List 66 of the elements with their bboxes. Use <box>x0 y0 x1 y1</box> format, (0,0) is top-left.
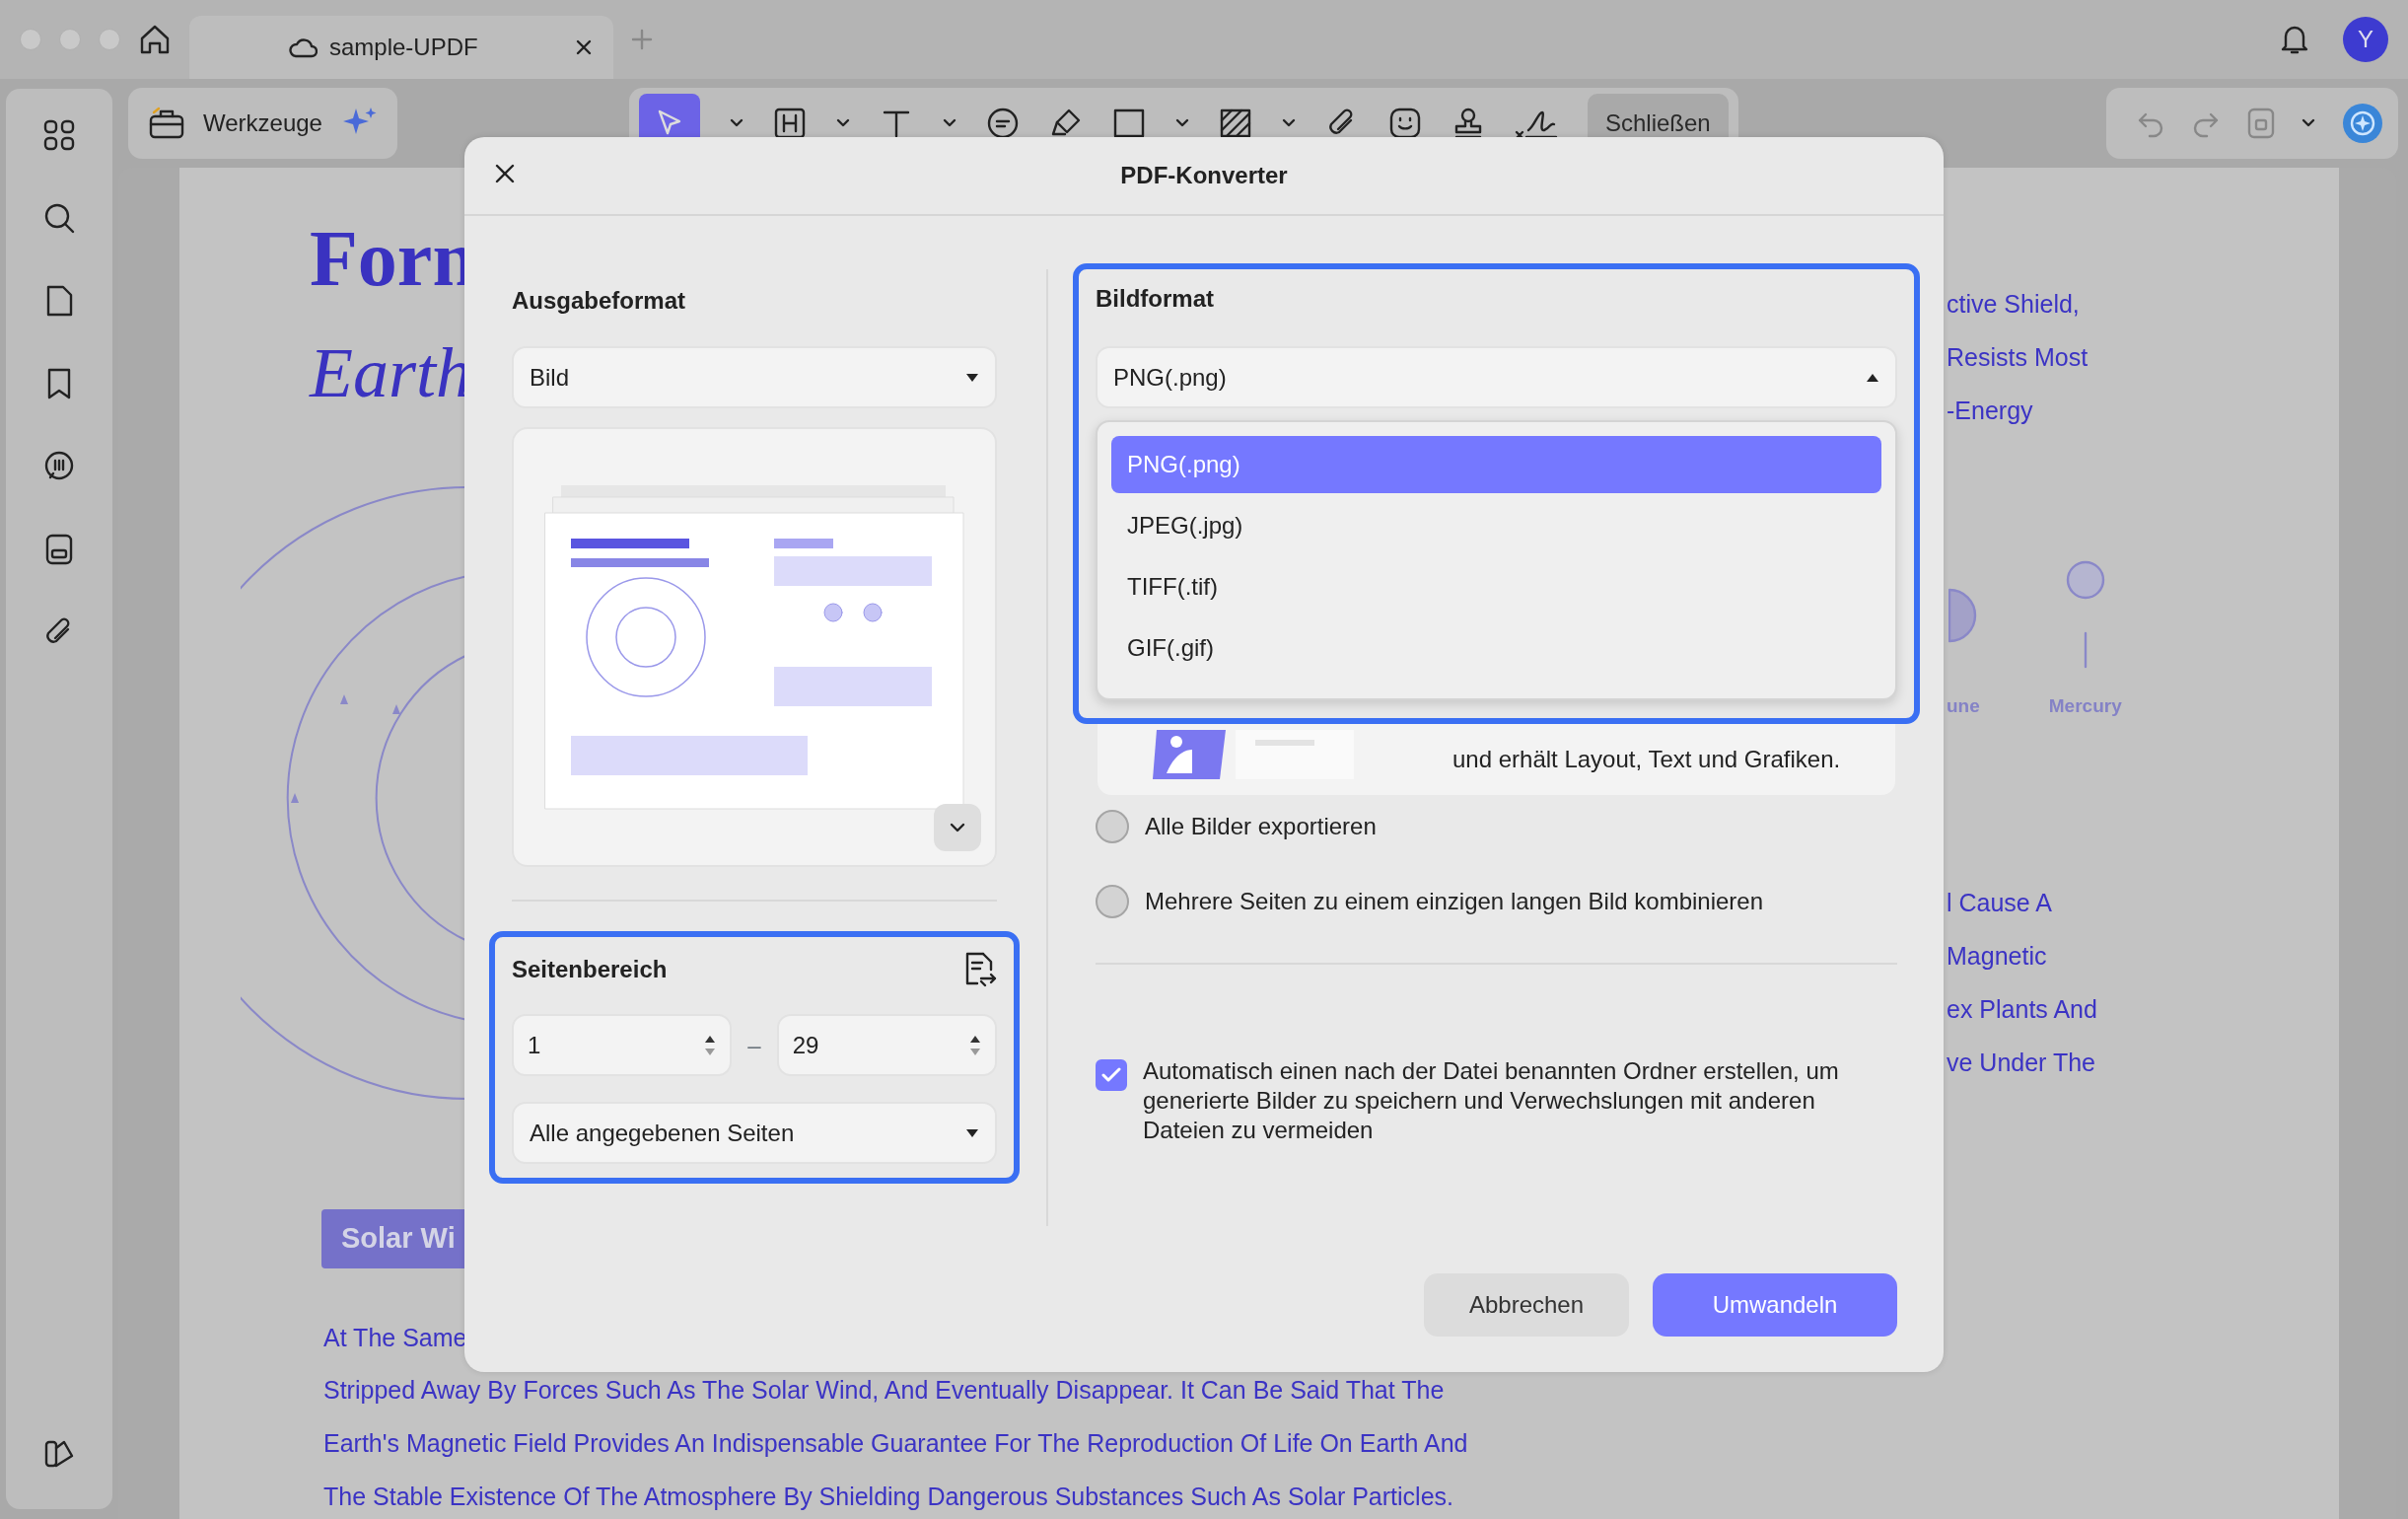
option-label: Mehrere Seiten zu einem einzigen langen Bild kombinieren <box>1145 887 1764 916</box>
image-format-dropdown[interactable]: PNG(.png) <box>1096 346 1897 408</box>
paragraph-text: l Cause A <box>1947 888 2053 918</box>
description-text: und erhält Layout, Text und Grafiken. <box>1452 745 1841 774</box>
dropdown-option[interactable]: JPEG(.jpg) <box>1111 497 1881 554</box>
caret-icon[interactable] <box>835 118 850 128</box>
option-label: Alle Bilder exportieren <box>1145 812 1377 841</box>
comment-icon[interactable] <box>985 107 1020 140</box>
check-icon <box>1101 1067 1121 1083</box>
chevron-down-icon <box>950 823 965 832</box>
document-tab[interactable]: sample-UPDF <box>189 16 613 79</box>
radio-button[interactable] <box>1096 885 1129 918</box>
caret-icon[interactable] <box>1281 118 1296 128</box>
toolbox-icon <box>148 107 185 140</box>
cloud-icon <box>288 36 318 58</box>
caret-icon <box>1866 372 1879 383</box>
caret-icon[interactable] <box>942 118 956 128</box>
format-dropdown[interactable]: Bild <box>512 346 997 408</box>
paragraph-text: Magnetic <box>1947 941 2048 972</box>
paragraph-text: ex Plants And <box>1947 994 2098 1025</box>
convert-button[interactable]: Umwandeln <box>1653 1273 1897 1337</box>
radio-button[interactable] <box>1096 810 1129 843</box>
dialog-title: PDF-Konverter <box>1120 161 1288 190</box>
paragraph-text: Resists Most <box>1947 343 2089 373</box>
caret-icon[interactable] <box>1174 118 1189 128</box>
tab-title: sample-UPDF <box>329 33 479 62</box>
caret-icon <box>965 372 979 383</box>
option-label: Automatisch einen nach der Datei benannten Ordner erstellen, um generierte Bilder zu speichern und Verwechslungen mit anderen Dateien zu vermeiden <box>1143 1056 1840 1145</box>
planet-icon <box>1948 588 1978 643</box>
tools-button[interactable]: Werkzeuge <box>128 88 397 159</box>
close-icon[interactable] <box>576 39 592 55</box>
number-field[interactable]: 29 <box>776 1014 997 1076</box>
dropdown-option[interactable]: PNG(.png) <box>1111 436 1881 493</box>
cancel-button[interactable]: Abbrechen <box>1424 1273 1629 1337</box>
sticker-icon[interactable] <box>1387 107 1422 140</box>
dropdown-option[interactable]: GIF(.gif) <box>1111 619 1881 677</box>
heading-icon[interactable] <box>772 107 807 140</box>
paragraph-text: ctive Shield, <box>1947 290 2081 320</box>
paragraph-text: Earth's Magnetic Field Provides An Indispensable Guarantee For The Reproduction Of Life On Earth And <box>323 1429 1469 1458</box>
paragraph-text: At The Same <box>323 1323 468 1352</box>
document-subtitle: Earth <box>310 337 471 408</box>
paragraph-text: The Stable Existence Of The Atmosphere By Shielding Dangerous Substances Such As Solar Particles. <box>323 1482 1454 1511</box>
search-icon[interactable] <box>42 201 76 235</box>
avatar[interactable]: Y <box>2343 17 2388 62</box>
planet-label: une <box>1947 694 1980 718</box>
ai-assistant-icon[interactable] <box>2341 102 2384 145</box>
page-subset-dropdown[interactable]: Alle angegebenen Seiten <box>512 1102 997 1164</box>
caret-icon <box>965 1127 979 1138</box>
section-label: Seitenbereich <box>512 955 668 984</box>
paragraph-text: Stripped Away By Forces Such As The Solar Wind, And Eventually Disappear. It Can Be Said That The <box>323 1376 1446 1405</box>
paragraph-text: ve Under The <box>1947 1048 2096 1078</box>
range-separator: – <box>747 1030 761 1060</box>
dropdown-option[interactable]: TIFF(.tif) <box>1111 558 1881 615</box>
home-icon[interactable] <box>138 23 172 56</box>
section-label: Ausgabeformat <box>512 286 687 316</box>
caret-icon[interactable] <box>729 118 744 128</box>
caret-icon[interactable] <box>2302 118 2315 128</box>
planet-label: Mercury <box>2048 694 2122 718</box>
checkbox[interactable] <box>1096 1059 1127 1091</box>
hatched-rectangle-icon[interactable] <box>1218 107 1252 140</box>
section-label: Bildformat <box>1096 284 1215 314</box>
paragraph-text: -Energy <box>1947 397 2034 426</box>
close-icon <box>494 163 516 184</box>
grid-icon[interactable] <box>42 118 76 152</box>
number-field[interactable]: 1 <box>512 1014 733 1076</box>
rectangle-icon[interactable] <box>1111 107 1146 140</box>
